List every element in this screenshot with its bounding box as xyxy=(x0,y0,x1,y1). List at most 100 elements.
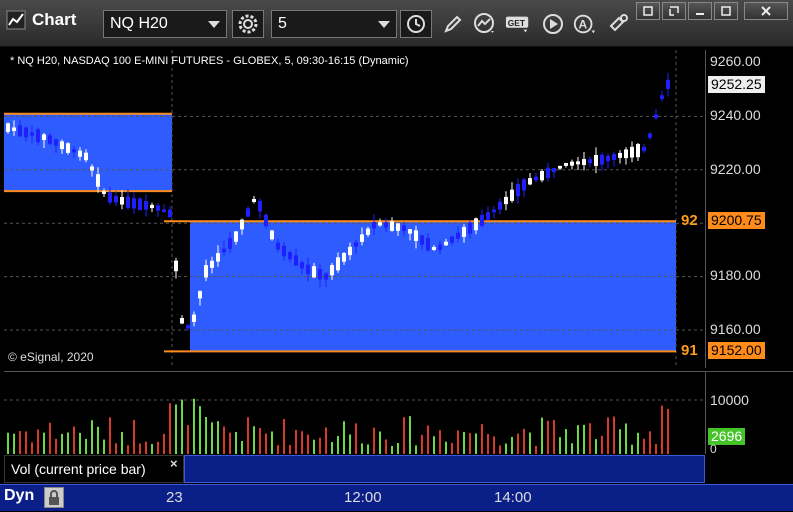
chart-header: * NQ H20, NASDAQ 100 E-MINI FUTURES - GL… xyxy=(10,55,409,67)
candle-body xyxy=(456,232,460,239)
study-strip xyxy=(184,455,705,483)
symbol-input[interactable]: NQ H20 xyxy=(103,10,227,38)
close-study-icon[interactable]: × xyxy=(170,456,178,471)
interval-input[interactable]: 5 xyxy=(271,10,397,38)
volume-bar xyxy=(211,422,213,454)
volume-bar xyxy=(379,431,381,454)
candle-body xyxy=(588,159,592,164)
level-92-label: 92 xyxy=(681,212,698,229)
candle-body xyxy=(492,209,496,213)
candle-body xyxy=(12,127,16,131)
time-label: 14:00 xyxy=(494,489,532,506)
pin-window-button[interactable] xyxy=(636,2,660,20)
volume-bar xyxy=(307,434,309,454)
candle-body xyxy=(216,253,220,262)
candle-body xyxy=(330,265,334,276)
volume-bar xyxy=(607,417,609,454)
volume-bar xyxy=(355,423,357,454)
candle-body xyxy=(624,149,628,159)
candle-body xyxy=(126,196,130,208)
candle-body xyxy=(630,146,634,158)
symbol-value: NQ H20 xyxy=(110,15,168,32)
candle-body xyxy=(480,214,484,226)
alert-icon: A xyxy=(573,14,596,34)
candle-body xyxy=(660,95,664,100)
minimize-button[interactable] xyxy=(688,2,712,20)
volume-bar xyxy=(295,429,297,454)
volume-bar xyxy=(595,439,597,454)
studies-button[interactable] xyxy=(472,11,498,37)
price-tick: 9260.00 xyxy=(710,53,761,69)
alerts-button[interactable]: A xyxy=(572,11,598,37)
volume-bar xyxy=(139,443,141,454)
price-chart[interactable]: * NQ H20, NASDAQ 100 E-MINI FUTURES - GL… xyxy=(4,50,705,368)
candle-body xyxy=(18,125,22,137)
candle-body xyxy=(156,205,160,211)
volume-bar xyxy=(649,431,651,454)
chevron-down-icon[interactable] xyxy=(208,21,220,28)
close-icon xyxy=(761,6,771,16)
candle-body xyxy=(558,165,562,169)
candle-body xyxy=(450,236,454,243)
volume-bar xyxy=(409,416,411,454)
level-92-price-tag: 9200.75 xyxy=(708,212,765,229)
candle-body xyxy=(570,161,574,166)
candle-body xyxy=(36,129,40,143)
candle-body xyxy=(252,198,256,203)
volume-bar xyxy=(481,424,483,454)
candle-body xyxy=(336,257,340,271)
settings-button[interactable] xyxy=(232,10,264,38)
interval-value: 5 xyxy=(278,15,287,32)
volume-bar xyxy=(439,430,441,454)
time-axis[interactable]: Dyn 23 12:00 14:00 xyxy=(0,484,793,511)
volume-bar xyxy=(13,433,15,454)
window-link-icon xyxy=(669,6,679,16)
volume-bar xyxy=(547,420,549,454)
candle-body xyxy=(414,230,418,242)
candle-body xyxy=(222,248,226,253)
candle-body xyxy=(78,150,82,157)
lock-scale-button[interactable] xyxy=(44,487,64,508)
volume-bar xyxy=(7,432,9,454)
volume-bar xyxy=(415,445,417,454)
candle-body xyxy=(444,241,448,246)
draw-button[interactable] xyxy=(440,11,466,37)
time-template-button[interactable] xyxy=(400,10,432,38)
app-title-label: Chart xyxy=(32,10,77,29)
chevron-down-icon[interactable] xyxy=(378,21,390,28)
candle-body xyxy=(264,214,268,227)
maximize-icon xyxy=(721,6,731,16)
price-axis[interactable]: 9260.00 9252.25 9240.00 9220.00 9200.75 … xyxy=(705,50,793,368)
volume-bar xyxy=(43,432,45,454)
volume-bar xyxy=(157,441,159,454)
candle-body xyxy=(54,139,58,146)
svg-text:A: A xyxy=(579,18,588,32)
candle-body xyxy=(372,222,376,229)
volume-bar xyxy=(37,429,39,454)
pencil-icon xyxy=(444,15,462,33)
maximize-button[interactable] xyxy=(714,2,738,20)
volume-study-label[interactable]: Vol (current price bar) xyxy=(4,455,184,483)
volume-axis[interactable]: 10000 2696 0 xyxy=(705,371,793,456)
get-button[interactable]: GET xyxy=(505,11,531,37)
chart-toolbar: Chart NQ H20 5 GET A xyxy=(0,0,793,47)
candle-body xyxy=(198,291,202,299)
volume-chart[interactable] xyxy=(4,371,705,454)
volume-bar xyxy=(55,438,57,454)
volume-bar xyxy=(25,431,27,454)
candle-body xyxy=(582,159,586,166)
volume-bar xyxy=(79,432,81,454)
volume-bar xyxy=(241,440,243,454)
replay-button[interactable] xyxy=(540,11,566,37)
volume-bar xyxy=(511,436,513,454)
candle-body xyxy=(348,246,352,256)
candle-body xyxy=(318,268,322,280)
candle-body xyxy=(192,314,196,322)
close-button[interactable] xyxy=(744,2,788,20)
play-icon xyxy=(543,14,563,34)
volume-bar xyxy=(577,425,579,454)
link-window-button[interactable] xyxy=(662,2,686,20)
candle-body xyxy=(276,242,280,250)
link-button[interactable] xyxy=(606,11,632,37)
volume-bar xyxy=(493,436,495,454)
